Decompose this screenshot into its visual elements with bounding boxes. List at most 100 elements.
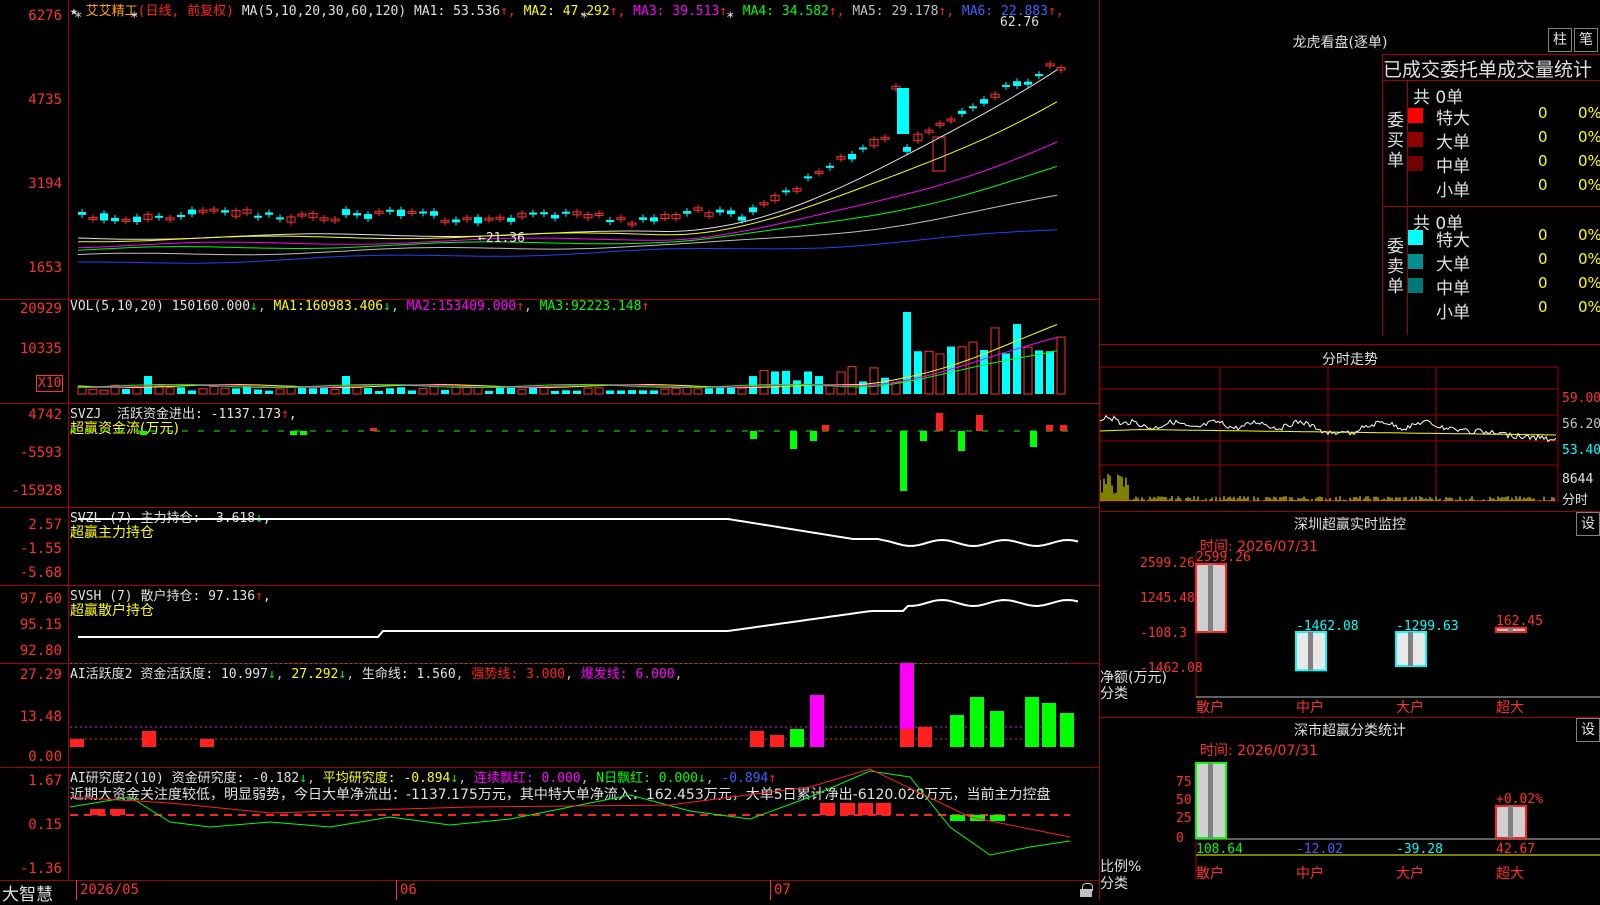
classify-value-label: -12.02 bbox=[1296, 842, 1343, 857]
activity-bar bbox=[990, 711, 1004, 747]
candle-down bbox=[606, 219, 614, 222]
volume-bar bbox=[275, 388, 285, 395]
svsh-chart[interactable] bbox=[70, 585, 1099, 663]
category-name: 特大 bbox=[1436, 231, 1470, 251]
volume-bar bbox=[869, 367, 879, 395]
monitor-panel[interactable]: 深圳超赢实时监控 设 时间: 2026/07/31 2599.26 1245.48… bbox=[1100, 512, 1600, 718]
category-count: 0 bbox=[1538, 274, 1548, 292]
svzl-tick: -1.55 bbox=[19, 541, 62, 557]
candle-down bbox=[155, 215, 163, 218]
classify-bar-shade bbox=[1208, 763, 1213, 838]
volume-bar bbox=[507, 387, 515, 394]
activity-bar bbox=[918, 727, 932, 747]
svzj-tick: 4742 bbox=[28, 407, 62, 423]
volume-bar bbox=[397, 387, 405, 394]
candle-down bbox=[78, 211, 86, 215]
volume-panel[interactable]: 20929 10335 X10 VOL(5,10,20) 150160.000↓… bbox=[0, 299, 1099, 404]
svzj-panel[interactable]: 4742 -5593 -15928 SVZJ 活跃资金进出: -1137.173… bbox=[0, 403, 1099, 508]
category-count: 0 bbox=[1538, 176, 1548, 194]
candle-down bbox=[716, 209, 724, 213]
order-category-row: 中单 0 0% bbox=[1408, 152, 1600, 177]
fund-flow-bar bbox=[810, 431, 817, 441]
category-name: 小单 bbox=[1436, 303, 1470, 323]
intraday-chart[interactable] bbox=[1100, 345, 1600, 511]
classify-value-label: 42.67 bbox=[1496, 842, 1535, 857]
candle-down bbox=[529, 212, 537, 215]
volume-bar bbox=[693, 388, 703, 395]
price-tick: 3194 bbox=[28, 176, 62, 192]
classify-panel[interactable]: 深市超赢分类统计 设 时间: 2026/07/31 75 50 25 0 108.64 散… bbox=[1100, 718, 1600, 900]
candle-down bbox=[397, 209, 405, 217]
price-panel[interactable]: 6276 4735 3194 1653 ★ 艾艾精工(日线, 前复权) MA(5… bbox=[0, 0, 1099, 300]
order-category-row: 大单 0 0% bbox=[1408, 250, 1600, 275]
volume-bar bbox=[375, 390, 383, 394]
svzl-chart[interactable] bbox=[70, 507, 1099, 585]
research-bar bbox=[876, 803, 891, 815]
ma-line bbox=[77, 101, 1058, 243]
volume-bar bbox=[660, 388, 670, 395]
activity-bar bbox=[200, 739, 214, 747]
fund-flow-bar bbox=[290, 431, 297, 435]
activity-bar bbox=[900, 729, 914, 747]
time-label: 07 bbox=[774, 882, 791, 898]
candle-down bbox=[859, 147, 867, 150]
category-count: 0 bbox=[1538, 298, 1548, 316]
ma-line bbox=[77, 194, 1058, 256]
order-category-row: 小单 0 0% bbox=[1408, 176, 1600, 201]
classify-chart[interactable]: 75 50 25 0 108.64 散户 -12.02 中户 -39.28 大户 42.67 超大 +0… bbox=[1100, 718, 1600, 900]
candle-down bbox=[342, 209, 350, 216]
volume-bar bbox=[759, 369, 769, 395]
candle-down bbox=[364, 214, 372, 219]
svsh-panel[interactable]: 97.60 95.15 92.80 SVSH (7) 散户持仓: 97.136↑… bbox=[0, 585, 1099, 664]
svsh-tick: 95.15 bbox=[19, 617, 62, 633]
fund-flow-bar bbox=[936, 413, 943, 431]
candle-down bbox=[1035, 74, 1043, 77]
category-percent: 0% bbox=[1578, 250, 1600, 268]
research-bar bbox=[990, 815, 1005, 821]
tick-view-button[interactable]: 笔 bbox=[1574, 28, 1598, 52]
volume-bar bbox=[617, 390, 625, 394]
volume-bar bbox=[330, 389, 340, 395]
fund-flow-bar bbox=[300, 431, 307, 435]
price-tick: 1653 bbox=[28, 260, 62, 276]
order-category-row: 小单 0 0% bbox=[1408, 298, 1600, 323]
candle-down bbox=[265, 212, 273, 215]
ai-activity-panel[interactable]: 27.29 13.48 0.00 AI活跃度2 资金活跃度: 10.997↓, … bbox=[0, 663, 1099, 768]
low-price-label: ←21.36 bbox=[478, 231, 525, 246]
activity-bar bbox=[750, 731, 764, 747]
fund-flow-bar bbox=[140, 431, 147, 435]
research-bar bbox=[110, 809, 125, 815]
volume-bar bbox=[1035, 350, 1043, 394]
color-swatch bbox=[1408, 108, 1423, 123]
time-tick bbox=[770, 880, 771, 900]
volume-bar bbox=[737, 387, 747, 395]
time-tick bbox=[76, 880, 77, 900]
intraday-tick: 56.20 bbox=[1562, 417, 1600, 432]
svzl-panel[interactable]: 2.57 -1.55 -5.68 SVZL (7) 主力持仓: -3.618↓,… bbox=[0, 507, 1099, 586]
ai-activity-chart[interactable] bbox=[70, 663, 1099, 767]
classify-tick: 25 bbox=[1176, 811, 1192, 826]
fund-flow-bar bbox=[976, 415, 983, 431]
volume-chart[interactable] bbox=[70, 299, 1099, 403]
color-swatch bbox=[1408, 302, 1423, 317]
color-swatch bbox=[1408, 132, 1423, 147]
research-line bbox=[70, 770, 1071, 856]
column-view-button[interactable]: 柱 bbox=[1548, 28, 1572, 52]
volume-bar bbox=[408, 390, 416, 394]
svzj-chart[interactable] bbox=[70, 403, 1099, 507]
volume-bar bbox=[529, 387, 537, 394]
monitor-chart[interactable]: 2599.261245.48-108.3-1462.082599.26散户-14… bbox=[1100, 512, 1600, 717]
volume-bar bbox=[122, 388, 130, 394]
candlestick-chart[interactable]: 62.76 ←21.36 * * * * bbox=[70, 0, 1099, 299]
chart-area[interactable]: 6276 4735 3194 1653 ★ 艾艾精工(日线, 前复权) MA(5… bbox=[0, 0, 1100, 905]
volume-bar bbox=[628, 390, 636, 394]
monitor-value-label: 2599.26 bbox=[1196, 550, 1251, 565]
order-category-row: 特大 0 0% bbox=[1408, 226, 1600, 251]
ai-research-chart[interactable] bbox=[70, 767, 1099, 880]
monitor-bar-shade bbox=[1408, 632, 1413, 666]
intraday-panel[interactable]: 分时走势 59.00 56.20 53.40 8644 分时 bbox=[1100, 345, 1600, 512]
candle-down bbox=[1002, 84, 1010, 87]
ai-res-tick: 0.15 bbox=[28, 817, 62, 833]
ai-research-panel[interactable]: 1.67 0.15 -1.36 AI研究度2(10) 资金研究度: -0.182… bbox=[0, 767, 1099, 881]
ai-res-tick: -1.36 bbox=[19, 861, 62, 877]
